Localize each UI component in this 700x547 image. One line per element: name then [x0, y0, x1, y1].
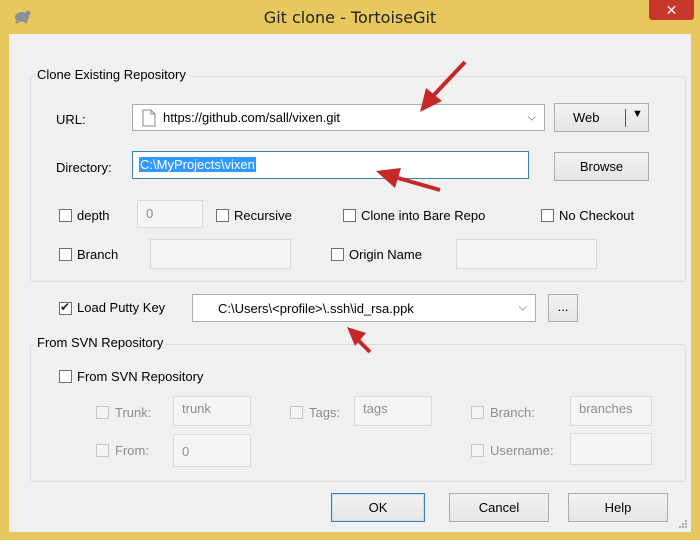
from-value: 0	[182, 444, 190, 459]
web-button[interactable]: Web ▼	[554, 103, 649, 132]
web-button-label: Web	[573, 110, 600, 125]
clone-group-legend: Clone Existing Repository	[34, 67, 189, 82]
dialog-window: Git clone - TortoiseGit ✕ Clone Existing…	[0, 0, 700, 540]
url-label: URL:	[56, 112, 86, 127]
dialog-client-area: Clone Existing Repository URL: https://g…	[9, 34, 691, 532]
branch-label: Branch	[77, 247, 119, 262]
load-putty-key-checkbox[interactable]	[59, 300, 72, 315]
directory-value: C:\MyProjects\vixen	[139, 157, 256, 172]
file-icon	[142, 109, 156, 127]
window-title: Git clone - TortoiseGit	[263, 8, 437, 27]
close-button[interactable]: ✕	[649, 0, 694, 20]
resize-grip-icon[interactable]	[678, 519, 688, 529]
bare-repo-label: Clone into Bare Repo	[361, 208, 486, 223]
from-input[interactable]: 0	[173, 434, 251, 467]
origin-name-input[interactable]	[456, 239, 597, 269]
directory-input[interactable]: C:\MyProjects\vixen	[132, 151, 529, 179]
svn-branch-input[interactable]: branches	[570, 396, 652, 426]
username-input[interactable]	[570, 433, 652, 465]
origin-name-label: Origin Name	[349, 247, 422, 262]
close-icon: ✕	[665, 2, 678, 18]
bare-repo-checkbox[interactable]	[343, 209, 356, 222]
no-checkout-checkbox[interactable]	[541, 209, 554, 222]
url-value: https://github.com/sall/vixen.git	[163, 110, 341, 125]
chevron-down-icon: ⌵	[518, 301, 527, 314]
svn-branch-checkbox[interactable]	[471, 406, 484, 419]
no-checkout-label: No Checkout	[559, 208, 635, 223]
trunk-label: Trunk:	[115, 405, 152, 420]
directory-label: Directory:	[56, 160, 112, 175]
title-bar[interactable]: Git clone - TortoiseGit ✕	[0, 0, 700, 34]
help-button[interactable]: Help	[568, 493, 668, 522]
tags-value: tags	[363, 401, 388, 416]
recursive-checkbox[interactable]	[216, 209, 229, 222]
username-checkbox[interactable]	[471, 444, 484, 457]
putty-key-combobox[interactable]: C:\Users\<profile>\.ssh\id_rsa.ppk ⌵	[192, 294, 536, 322]
branch-input[interactable]	[150, 239, 291, 269]
browse-button[interactable]: Browse	[554, 152, 649, 181]
depth-label: depth	[77, 208, 110, 223]
trunk-value: trunk	[182, 401, 211, 416]
trunk-input[interactable]: trunk	[173, 396, 251, 426]
putty-browse-button[interactable]: ...	[548, 294, 578, 322]
load-putty-key-label: Load Putty Key	[77, 300, 166, 315]
svn-branch-label: Branch:	[490, 405, 535, 420]
dropdown-arrow-icon[interactable]: ▼	[632, 108, 643, 120]
chevron-down-icon: ⌵	[527, 111, 536, 123]
from-svn-checkbox[interactable]	[59, 370, 72, 383]
tags-checkbox[interactable]	[290, 406, 303, 419]
svn-branch-value: branches	[579, 401, 633, 416]
tags-label: Tags:	[309, 405, 341, 420]
trunk-checkbox[interactable]	[96, 406, 109, 419]
depth-value: 0	[146, 206, 154, 221]
branch-checkbox[interactable]	[59, 248, 72, 261]
from-checkbox[interactable]	[96, 444, 109, 457]
recursive-label: Recursive	[234, 208, 292, 223]
origin-name-checkbox[interactable]	[331, 248, 344, 261]
tags-input[interactable]: tags	[354, 396, 432, 426]
depth-checkbox[interactable]	[59, 209, 72, 222]
from-svn-label: From SVN Repository	[77, 369, 204, 384]
ok-button[interactable]: OK	[331, 493, 425, 522]
split-divider	[625, 109, 626, 127]
cancel-button[interactable]: Cancel	[449, 493, 549, 522]
from-label: From:	[115, 443, 149, 458]
username-label: Username:	[490, 443, 554, 458]
svn-group-legend: From SVN Repository	[34, 335, 167, 350]
depth-input[interactable]: 0	[137, 200, 203, 228]
putty-key-value: C:\Users\<profile>\.ssh\id_rsa.ppk	[218, 301, 414, 316]
url-combobox[interactable]: https://github.com/sall/vixen.git ⌵	[132, 104, 545, 131]
